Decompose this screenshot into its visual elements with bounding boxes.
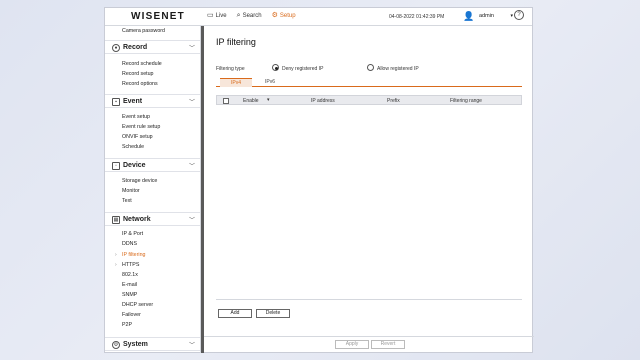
sidebar-item-p2p[interactable]: P2P (122, 322, 132, 328)
page-title: IP filtering (216, 37, 256, 47)
delete-button[interactable]: Delete (256, 309, 290, 318)
sidebar-item-onvif-setup[interactable]: ONVIF setup (122, 134, 153, 140)
monitor-icon: ▭ (207, 12, 214, 19)
device-icon: ▫ (112, 162, 120, 170)
add-button[interactable]: Add (218, 309, 252, 318)
sidebar-item-https[interactable]: › HTTPS (115, 262, 140, 268)
sidebar-item-8021x[interactable]: 802.1x (122, 272, 138, 278)
sidebar-item-record-options[interactable]: Record options (122, 81, 158, 87)
sidebar-item-record-setup[interactable]: Record setup (122, 71, 154, 77)
sidebar-item-storage-device[interactable]: Storage device (122, 178, 157, 184)
col-filtering-range: Filtering range (450, 98, 482, 104)
chevron-down-icon: ﹀ (189, 218, 196, 224)
tab-ipv4[interactable]: IPv4 (220, 78, 252, 87)
nav-live-label: Live (215, 12, 227, 19)
sidebar-category-label: Record (123, 44, 148, 51)
sidebar-item-email[interactable]: E-mail (122, 282, 137, 288)
chevron-down-icon: ﹀ (189, 100, 196, 106)
search-icon: ⌕ (236, 12, 241, 19)
col-prefix: Prefix (387, 98, 400, 104)
wisenet-logo: WISENET (131, 11, 185, 22)
app-window: WISENET ▭ Live ⌕ Search ⚙ Setup 04-08-20… (104, 7, 534, 353)
record-icon: ● (112, 44, 120, 52)
apply-button[interactable]: Apply (335, 340, 369, 349)
caret-down-icon: ▾ (510, 13, 513, 19)
filtering-type-label: Filtering type (216, 66, 245, 72)
tab-ipv6[interactable]: IPv6 (254, 78, 286, 87)
table-divider (216, 299, 522, 300)
help-icon[interactable]: ? (514, 10, 524, 20)
sidebar-item-ddns[interactable]: DDNS (122, 241, 137, 247)
main-panel: IP filtering Filtering type Deny registe… (204, 26, 534, 353)
nav-search-label: Search (242, 12, 262, 19)
sidebar-category-label: Device (123, 162, 146, 169)
system-icon: ⚙ (112, 341, 120, 349)
table-header: Enable ▾ IP address Prefix Filtering ran… (216, 95, 522, 105)
sidebar-category-device[interactable]: ▫ Device ﹀ (105, 158, 200, 172)
nav-setup[interactable]: ⚙ Setup (272, 12, 296, 19)
sidebar-category-label: Event (123, 98, 143, 105)
sidebar-category-label: System (123, 341, 148, 348)
sort-icon[interactable]: ▾ (267, 97, 270, 103)
sidebar-item-ip-port[interactable]: IP & Port (122, 231, 143, 237)
user-select[interactable]: admin ▾ (479, 13, 513, 19)
gear-icon: ⚙ (271, 12, 278, 19)
top-nav: ▭ Live ⌕ Search ⚙ Setup (207, 12, 296, 19)
revert-button[interactable]: Revert (371, 340, 405, 349)
sidebar-item-event-setup[interactable]: Event setup (122, 114, 150, 120)
sidebar-item-monitor[interactable]: Monitor (122, 188, 140, 194)
sidebar-item-record-schedule[interactable]: Record schedule (122, 61, 162, 67)
allow-radio[interactable] (367, 64, 374, 71)
sidebar-item-snmp[interactable]: SNMP (122, 292, 137, 298)
sidebar: Camera password ● Record ﹀ Record schedu… (105, 26, 201, 353)
sidebar-item-failover[interactable]: Failover (122, 312, 141, 318)
nav-search[interactable]: ⌕ Search (237, 12, 262, 19)
chevron-down-icon: ﹀ (189, 343, 196, 349)
top-bar: WISENET ▭ Live ⌕ Search ⚙ Setup 04-08-20… (105, 8, 532, 26)
datetime: 04-08-2022 01:42:39 PM (389, 14, 445, 20)
user-name: admin (479, 13, 494, 19)
sidebar-item-text[interactable]: Text (122, 198, 132, 204)
event-icon: ▪ (112, 98, 120, 106)
select-all-checkbox[interactable] (223, 98, 229, 104)
deny-label: Deny registered IP (282, 66, 324, 72)
sidebar-category-event[interactable]: ▪ Event ﹀ (105, 94, 200, 108)
user-icon: 👤 (463, 11, 475, 21)
sidebar-item-dhcp-server[interactable]: DHCP server (122, 302, 153, 308)
nav-live[interactable]: ▭ Live (207, 12, 227, 19)
ip-version-tabs: IPv4 IPv6 (216, 78, 522, 87)
sidebar-category-system[interactable]: ⚙ System ﹀ (105, 337, 200, 351)
col-enable[interactable]: Enable (243, 98, 259, 104)
sidebar-category-label: Network (123, 216, 151, 223)
network-icon: ▦ (112, 216, 120, 224)
chevron-right-icon: › (115, 262, 117, 268)
sidebar-item-label: HTTPS (122, 262, 140, 268)
sidebar-item-camera-password[interactable]: Camera password (122, 28, 165, 34)
sidebar-item-schedule[interactable]: Schedule (122, 144, 144, 150)
bottom-bar: Apply Revert (204, 336, 534, 353)
chevron-right-icon: › (115, 252, 117, 258)
sidebar-item-event-rule-setup[interactable]: Event rule setup (122, 124, 160, 130)
sidebar-category-network[interactable]: ▦ Network ﹀ (105, 212, 200, 226)
sidebar-category-record[interactable]: ● Record ﹀ (105, 40, 200, 54)
sidebar-item-label: IP filtering (122, 252, 146, 258)
nav-setup-label: Setup (279, 12, 296, 19)
deny-radio[interactable] (272, 64, 279, 71)
col-ip-address: IP address (311, 98, 335, 104)
chevron-down-icon: ﹀ (189, 46, 196, 52)
chevron-down-icon: ﹀ (189, 164, 196, 170)
sidebar-item-ip-filtering[interactable]: › IP filtering (115, 252, 146, 258)
allow-label: Allow registered IP (377, 66, 419, 72)
